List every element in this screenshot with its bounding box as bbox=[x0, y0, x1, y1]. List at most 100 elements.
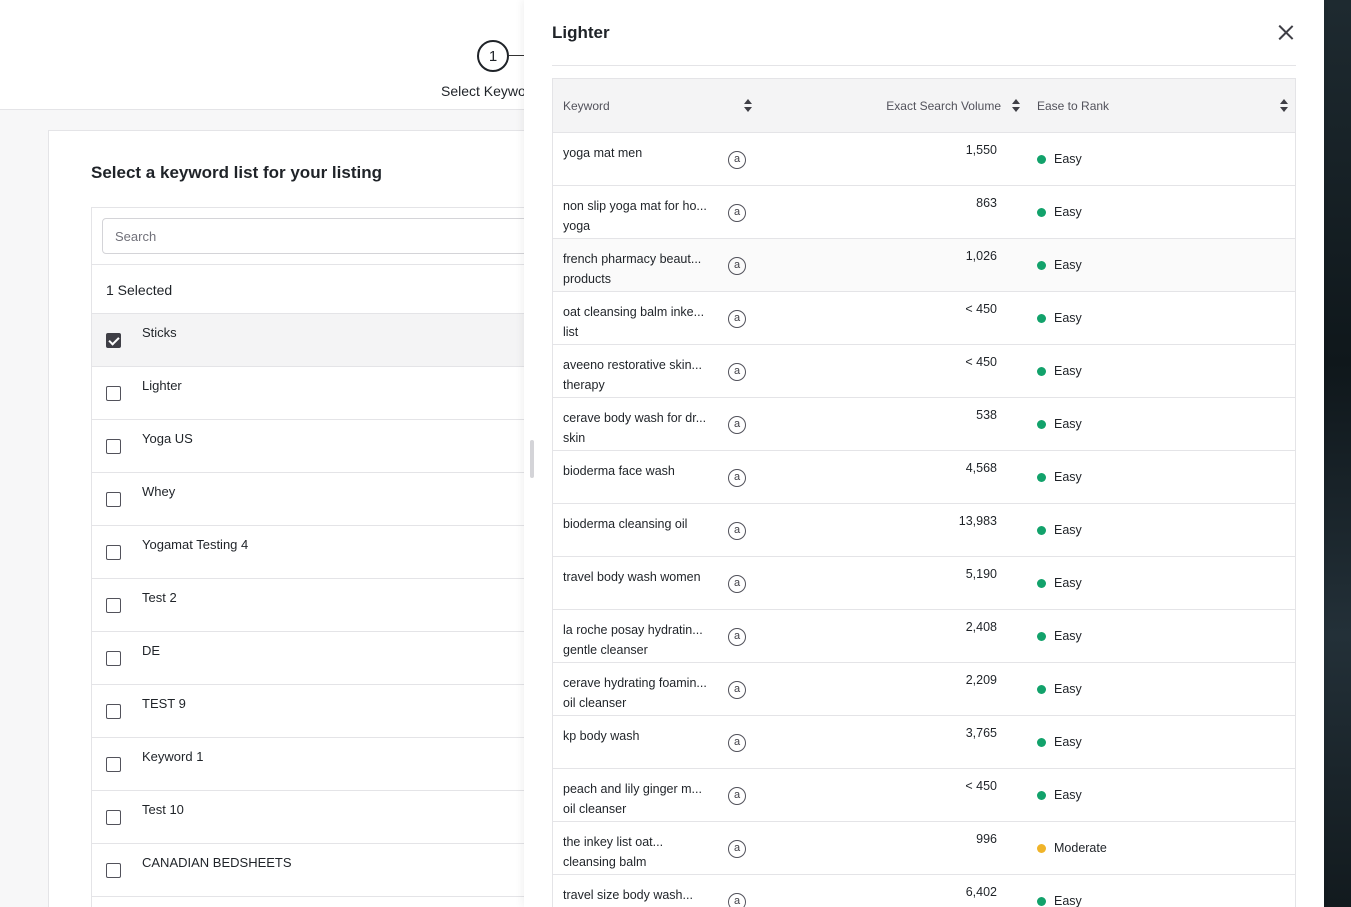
search-volume: 5,190 bbox=[965, 567, 997, 581]
amazon-icon[interactable]: a bbox=[728, 628, 746, 646]
checkbox[interactable] bbox=[106, 386, 121, 401]
checkbox[interactable] bbox=[106, 757, 121, 772]
list-item-label: Test 10 bbox=[142, 802, 184, 817]
table-row: cerave body wash for dr... skin a 538 Easy bbox=[553, 398, 1295, 451]
amazon-icon[interactable]: a bbox=[728, 416, 746, 434]
keyword-text-continued: oil cleanser bbox=[563, 802, 627, 816]
checkbox[interactable] bbox=[106, 333, 121, 348]
search-volume: < 450 bbox=[965, 355, 997, 369]
table-row: la roche posay hydratin... gentle cleanse… bbox=[553, 610, 1295, 663]
ease-label: Moderate bbox=[1054, 841, 1107, 855]
search-volume: < 450 bbox=[965, 779, 997, 793]
keyword-text-continued: oil cleanser bbox=[563, 696, 627, 710]
search-volume: 6,402 bbox=[965, 885, 997, 899]
amazon-icon[interactable]: a bbox=[728, 681, 746, 699]
column-search-volume[interactable]: Exact Search Volume bbox=[877, 99, 1001, 113]
drawer-resize-handle[interactable] bbox=[530, 440, 534, 478]
status-dot-icon bbox=[1037, 472, 1046, 482]
step-number[interactable]: 1 bbox=[477, 40, 509, 72]
list-item-label: TEST 9 bbox=[142, 696, 186, 711]
keyword-text: peach and lily ginger m... bbox=[563, 782, 702, 796]
keyword-text: cerave body wash for dr... bbox=[563, 411, 707, 425]
table-row: non slip yoga mat for ho... yoga a 863 Easy bbox=[553, 186, 1295, 239]
amazon-icon[interactable]: a bbox=[728, 734, 746, 752]
status-dot-icon bbox=[1037, 737, 1046, 747]
ease-label: Easy bbox=[1054, 364, 1082, 378]
amazon-icon[interactable]: a bbox=[728, 151, 746, 169]
keyword-cell: peach and lily ginger m... oil cleanser bbox=[563, 779, 715, 819]
checkbox[interactable] bbox=[106, 492, 121, 507]
table-row: bioderma face wash a 4,568 Easy bbox=[553, 451, 1295, 504]
ease-to-rank: Easy bbox=[1037, 311, 1082, 325]
keyword-text: kp body wash bbox=[563, 729, 640, 743]
ease-label: Easy bbox=[1054, 788, 1082, 802]
amazon-icon[interactable]: a bbox=[728, 469, 746, 487]
keyword-cell: the inkey list oat... cleansing balm bbox=[563, 832, 715, 872]
keyword-text-continued: yoga bbox=[563, 219, 591, 233]
keyword-cell: travel size body wash... bbox=[563, 885, 715, 905]
checkbox[interactable] bbox=[106, 439, 121, 454]
ease-to-rank: Easy bbox=[1037, 470, 1082, 484]
status-dot-icon bbox=[1037, 313, 1046, 323]
checkbox[interactable] bbox=[106, 545, 121, 560]
keyword-cell: travel body wash women bbox=[563, 567, 715, 587]
keyword-cell: cerave body wash for dr... skin bbox=[563, 408, 715, 448]
status-dot-icon bbox=[1037, 260, 1046, 270]
amazon-icon[interactable]: a bbox=[728, 363, 746, 381]
amazon-icon[interactable]: a bbox=[728, 310, 746, 328]
amazon-icon[interactable]: a bbox=[728, 787, 746, 805]
sort-icon[interactable] bbox=[744, 99, 752, 113]
close-icon[interactable] bbox=[1276, 22, 1296, 42]
keyword-text-continued: list bbox=[563, 325, 579, 339]
table-row: oat cleansing balm inke... list a < 450 Easy bbox=[553, 292, 1295, 345]
drawer-divider bbox=[552, 65, 1296, 66]
checkbox[interactable] bbox=[106, 863, 121, 878]
table-row: the inkey list oat... cleansing balm a 996 M… bbox=[553, 822, 1295, 875]
status-dot-icon bbox=[1037, 684, 1046, 694]
sort-icon[interactable] bbox=[1012, 99, 1020, 113]
sort-icon[interactable] bbox=[1280, 99, 1288, 113]
status-dot-icon bbox=[1037, 207, 1046, 217]
ease-to-rank: Easy bbox=[1037, 364, 1082, 378]
status-dot-icon bbox=[1037, 631, 1046, 641]
keyword-cell: bioderma cleansing oil bbox=[563, 514, 715, 534]
status-dot-icon bbox=[1037, 896, 1046, 906]
list-item-label: Yogamat Testing 4 bbox=[142, 537, 249, 552]
search-volume: 3,765 bbox=[965, 726, 997, 740]
table-row: yoga mat men a 1,550 Easy bbox=[553, 133, 1295, 186]
status-dot-icon bbox=[1037, 525, 1046, 535]
search-volume: 863 bbox=[976, 196, 997, 210]
keyword-text: non slip yoga mat for ho... bbox=[563, 199, 707, 213]
ease-label: Easy bbox=[1054, 894, 1082, 907]
amazon-icon[interactable]: a bbox=[728, 522, 746, 540]
checkbox[interactable] bbox=[106, 810, 121, 825]
amazon-icon[interactable]: a bbox=[728, 257, 746, 275]
checkbox[interactable] bbox=[106, 651, 121, 666]
amazon-icon[interactable]: a bbox=[728, 840, 746, 858]
step-label[interactable]: Select Keywo bbox=[441, 83, 526, 99]
checkbox[interactable] bbox=[106, 598, 121, 613]
status-dot-icon bbox=[1037, 578, 1046, 588]
table-row: aveeno restorative skin... therapy a < 450 E… bbox=[553, 345, 1295, 398]
status-dot-icon bbox=[1037, 843, 1046, 853]
ease-label: Easy bbox=[1054, 735, 1082, 749]
keyword-drawer: Lighter Keyword Exact Search Volume Ease… bbox=[524, 0, 1324, 907]
status-dot-icon bbox=[1037, 154, 1046, 164]
search-volume: 13,983 bbox=[958, 514, 997, 528]
amazon-icon[interactable]: a bbox=[728, 575, 746, 593]
keyword-text: cerave hydrating foamin... bbox=[563, 676, 707, 690]
column-keyword[interactable]: Keyword bbox=[563, 99, 610, 113]
checkbox[interactable] bbox=[106, 704, 121, 719]
column-ease-to-rank[interactable]: Ease to Rank bbox=[1037, 99, 1109, 113]
ease-to-rank: Easy bbox=[1037, 417, 1082, 431]
keyword-text: travel size body wash... bbox=[563, 888, 693, 902]
keyword-cell: cerave hydrating foamin... oil cleanser bbox=[563, 673, 715, 713]
ease-label: Easy bbox=[1054, 152, 1082, 166]
search-volume: < 450 bbox=[965, 302, 997, 316]
keyword-text-continued: skin bbox=[563, 431, 586, 445]
amazon-icon[interactable]: a bbox=[728, 893, 746, 907]
amazon-icon[interactable]: a bbox=[728, 204, 746, 222]
ease-label: Easy bbox=[1054, 417, 1082, 431]
keyword-text: aveeno restorative skin... bbox=[563, 358, 702, 372]
table-header: Keyword Exact Search Volume Ease to Rank bbox=[553, 79, 1295, 133]
